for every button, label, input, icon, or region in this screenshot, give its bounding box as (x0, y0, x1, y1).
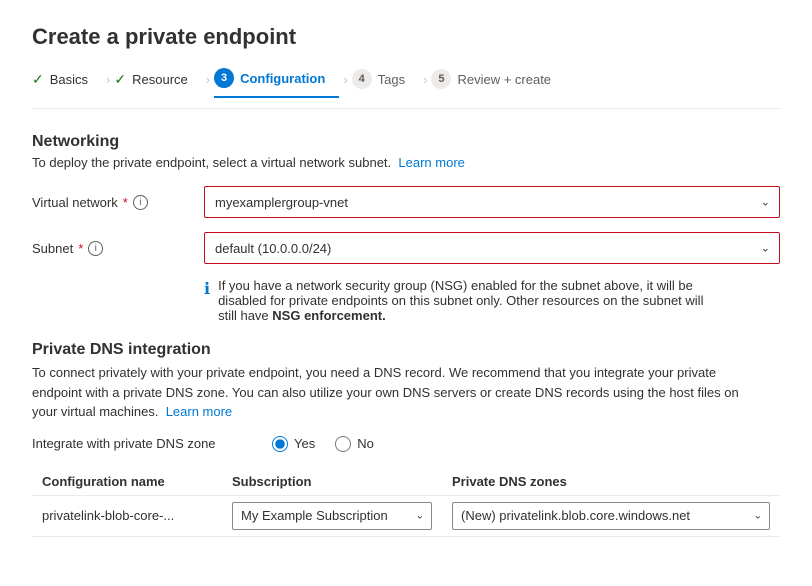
virtual-network-row: Virtual network * i myexamplergroup-vnet… (32, 186, 780, 218)
step-resource[interactable]: ✓ Resource (114, 71, 201, 96)
step-basics-label: Basics (50, 72, 88, 87)
dns-no-radio[interactable] (335, 436, 351, 452)
dns-zone-select[interactable]: (New) privatelink.blob.core.windows.net (452, 502, 770, 530)
dns-zone-select-wrapper: (New) privatelink.blob.core.windows.net … (452, 502, 770, 530)
dns-col-header-subscription: Subscription (222, 468, 442, 496)
networking-learn-more-link[interactable]: Learn more (398, 155, 464, 170)
dns-yes-option[interactable]: Yes (272, 436, 315, 452)
table-row: privatelink-blob-core-... My Example Sub… (32, 495, 780, 536)
nsg-info-text: If you have a network security group (NS… (218, 278, 724, 323)
step-number-configuration: 3 (214, 68, 234, 88)
dns-row-subscription-cell: My Example Subscription ⌄ (222, 495, 442, 536)
dns-subscription-select-wrapper: My Example Subscription ⌄ (232, 502, 432, 530)
separator-1: › (106, 72, 110, 95)
virtual-network-select[interactable]: myexamplergroup-vnet (204, 186, 780, 218)
dns-row-zone-cell: (New) privatelink.blob.core.windows.net … (442, 495, 780, 536)
dns-table: Configuration name Subscription Private … (32, 468, 780, 537)
virtual-network-label: Virtual network * i (32, 195, 192, 210)
subnet-required: * (78, 241, 83, 256)
nsg-info-block: ℹ If you have a network security group (… (204, 278, 724, 323)
networking-title: Networking (32, 133, 780, 151)
dns-description: To connect privately with your private e… (32, 363, 752, 422)
subnet-select-wrapper: default (10.0.0.0/24) ⌄ (204, 232, 780, 264)
separator-4: › (423, 72, 427, 95)
dns-yes-radio[interactable] (272, 436, 288, 452)
step-review[interactable]: 5 Review + create (431, 69, 565, 97)
dns-learn-more-link[interactable]: Learn more (166, 404, 232, 419)
dns-row-name: privatelink-blob-core-... (32, 495, 222, 536)
wizard-steps: ✓ Basics › ✓ Resource › 3 Configuration … (32, 68, 780, 109)
step-review-label: Review + create (457, 72, 551, 87)
dns-subscription-select[interactable]: My Example Subscription (232, 502, 432, 530)
virtual-network-required: * (123, 195, 128, 210)
subnet-select[interactable]: default (10.0.0.0/24) (204, 232, 780, 264)
subnet-info-icon[interactable]: i (88, 241, 103, 256)
step-tags-label: Tags (378, 72, 405, 87)
networking-description: To deploy the private endpoint, select a… (32, 155, 780, 170)
page-title: Create a private endpoint (32, 24, 780, 50)
subnet-label: Subnet * i (32, 241, 192, 256)
dns-title: Private DNS integration (32, 341, 780, 359)
nsg-info-icon: ℹ (204, 279, 210, 299)
step-configuration[interactable]: 3 Configuration (214, 68, 339, 98)
step-number-tags: 4 (352, 69, 372, 89)
dns-no-option[interactable]: No (335, 436, 374, 452)
step-configuration-label: Configuration (240, 71, 325, 86)
virtual-network-info-icon[interactable]: i (133, 195, 148, 210)
check-icon-basics: ✓ (32, 71, 44, 88)
dns-integrate-row: Integrate with private DNS zone Yes No (32, 436, 780, 452)
networking-section: Networking To deploy the private endpoin… (32, 133, 780, 323)
dns-integrate-label: Integrate with private DNS zone (32, 436, 252, 451)
step-basics[interactable]: ✓ Basics (32, 71, 102, 96)
check-icon-resource: ✓ (114, 71, 126, 88)
separator-3: › (343, 72, 347, 95)
dns-section: Private DNS integration To connect priva… (32, 341, 780, 537)
dns-col-header-zones: Private DNS zones (442, 468, 780, 496)
dns-no-label: No (357, 436, 374, 451)
virtual-network-select-wrapper: myexamplergroup-vnet ⌄ (204, 186, 780, 218)
dns-col-header-name: Configuration name (32, 468, 222, 496)
dns-table-header-row: Configuration name Subscription Private … (32, 468, 780, 496)
step-number-review: 5 (431, 69, 451, 89)
dns-yes-label: Yes (294, 436, 315, 451)
separator-2: › (206, 72, 210, 95)
step-tags[interactable]: 4 Tags (352, 69, 419, 97)
subnet-row: Subnet * i default (10.0.0.0/24) ⌄ (32, 232, 780, 264)
step-resource-label: Resource (132, 72, 188, 87)
